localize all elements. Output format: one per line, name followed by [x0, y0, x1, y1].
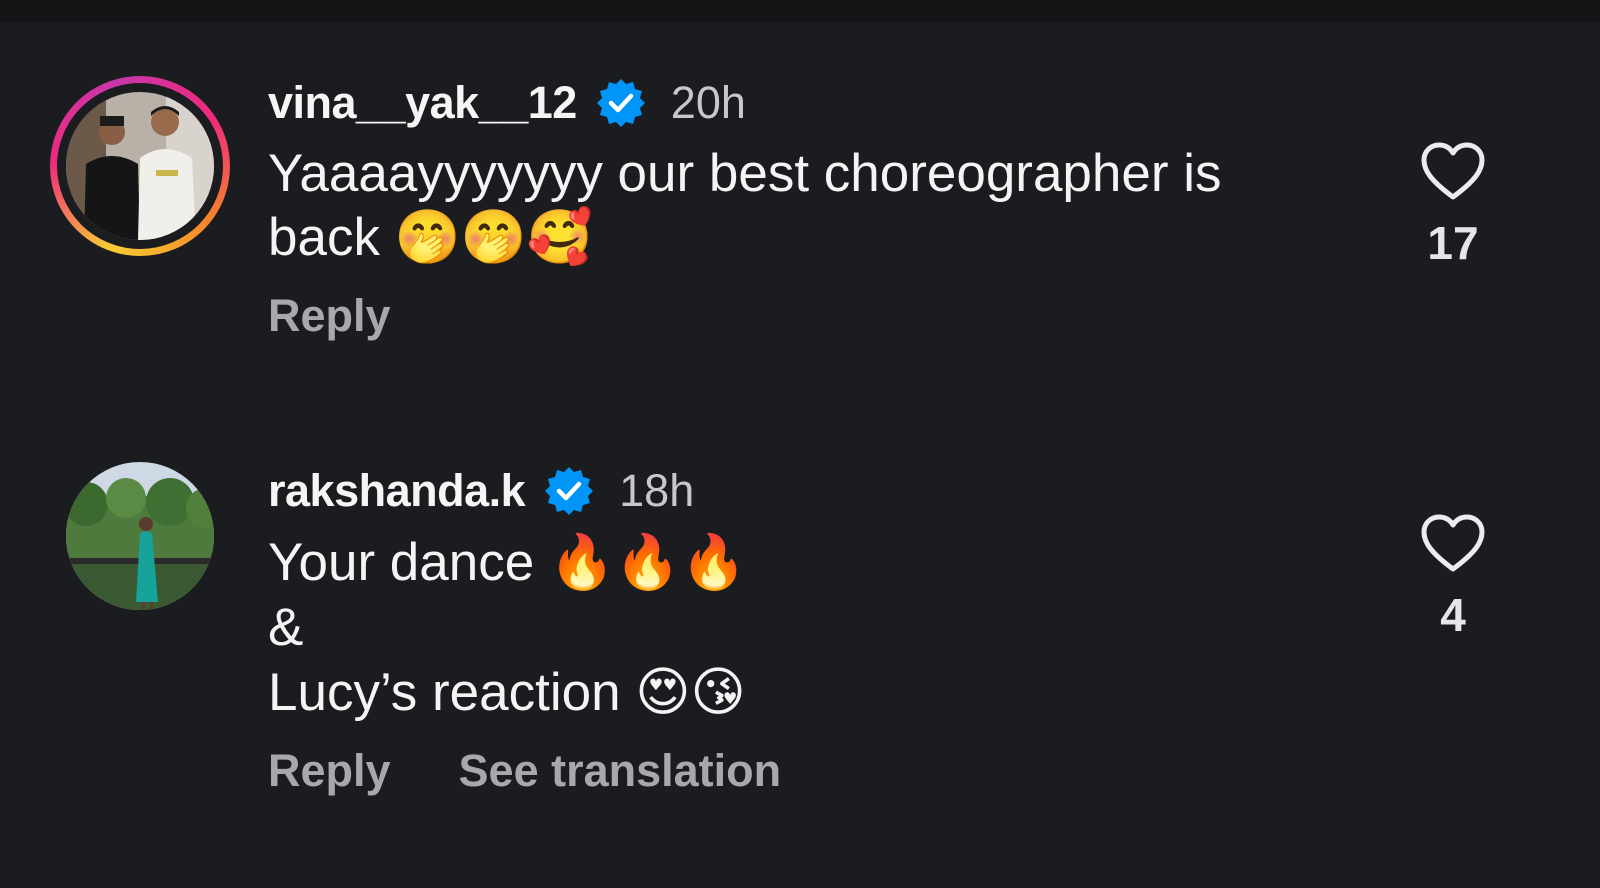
reply-button[interactable]: Reply: [268, 290, 391, 342]
comment-header: vina__yak__12 20h: [268, 70, 1378, 136]
comment-timestamp: 18h: [619, 465, 695, 516]
heart-outline-icon[interactable]: [1400, 514, 1506, 574]
username[interactable]: vina__yak__12: [268, 77, 577, 129]
comment-actions: Reply: [268, 290, 1378, 342]
comment-text: Yaaaayyyyyyy our best choreographer is b…: [268, 144, 1222, 267]
avatar-photo: [66, 462, 214, 610]
avatar-story-ring[interactable]: [50, 76, 230, 256]
comment-content: rakshanda.k 18h Your dance 🔥🔥🔥 & Lucy’s …: [268, 458, 1378, 797]
comment-text: Your dance 🔥🔥🔥 & Lucy’s reaction 😍😘: [268, 533, 747, 722]
top-bar: [0, 0, 1600, 22]
like-control: 4: [1400, 514, 1506, 642]
verified-badge-icon: [595, 77, 647, 129]
comment-item: rakshanda.k 18h Your dance 🔥🔥🔥 & Lucy’s …: [0, 458, 1600, 838]
comment-item: vina__yak__12 20h Yaaaayyyyyyy our best …: [0, 70, 1600, 400]
like-count: 17: [1427, 217, 1479, 269]
verified-badge-icon: [543, 465, 595, 517]
avatar-photo: [66, 92, 214, 240]
see-translation-button[interactable]: See translation: [459, 745, 782, 797]
avatar[interactable]: [66, 92, 214, 240]
like-control: 17: [1400, 142, 1506, 270]
comment-actions: Reply See translation: [268, 745, 1378, 797]
reply-button[interactable]: Reply: [268, 745, 391, 797]
comment-header: rakshanda.k 18h: [268, 458, 1378, 524]
comment-content: vina__yak__12 20h Yaaaayyyyyyy our best …: [268, 70, 1378, 342]
heart-outline-icon[interactable]: [1400, 142, 1506, 202]
like-count: 4: [1440, 589, 1466, 641]
avatar[interactable]: [66, 462, 214, 610]
comment-timestamp: 20h: [670, 77, 746, 128]
username[interactable]: rakshanda.k: [268, 465, 526, 517]
